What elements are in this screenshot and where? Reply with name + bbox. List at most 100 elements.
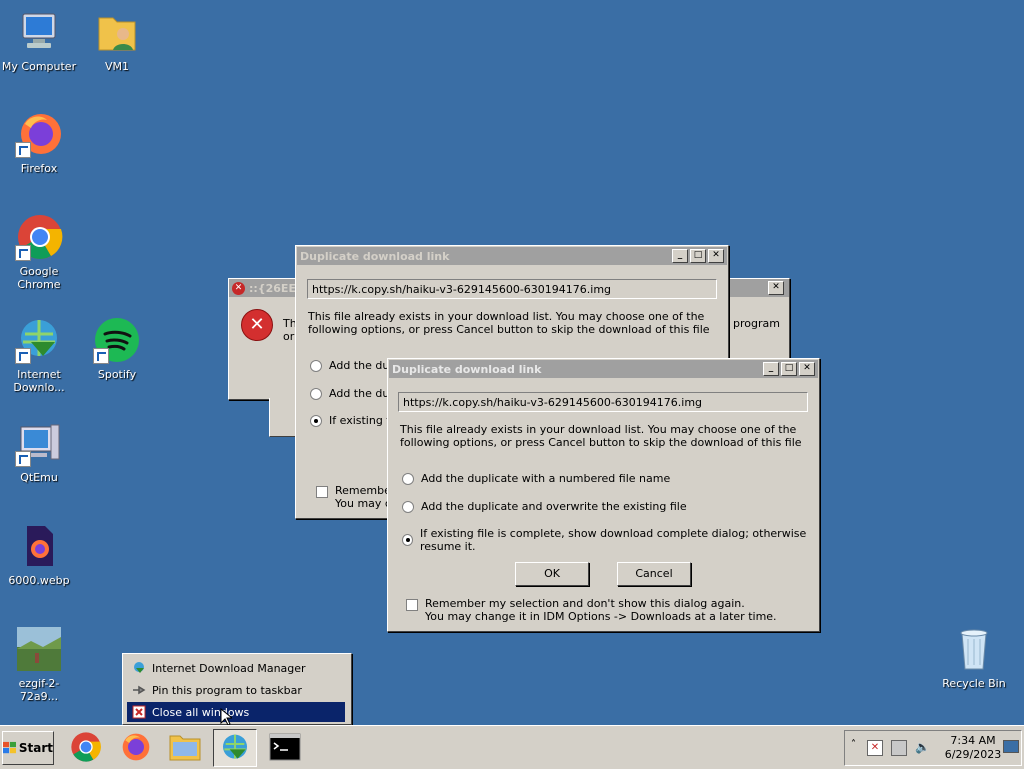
pin-icon xyxy=(133,685,146,695)
taskbar-app-cmd[interactable] xyxy=(264,729,306,765)
shortcut-arrow-icon xyxy=(15,245,31,261)
minimize-button[interactable]: _ xyxy=(672,249,688,263)
close-button[interactable]: ✕ xyxy=(799,362,815,376)
close-button[interactable]: ✕ xyxy=(768,281,784,295)
desktop-icon-label: Recycle Bin xyxy=(942,677,1006,690)
idm-icon xyxy=(15,316,63,364)
menu-item-close-all-windows[interactable]: Close all windows xyxy=(127,702,345,722)
mouse-cursor-icon xyxy=(220,708,232,726)
menu-item-internet-download-manager[interactable]: Internet Download Manager xyxy=(127,658,345,678)
dialog-message: This file already exists in your downloa… xyxy=(308,310,710,336)
desktop-icon-label: Spotify xyxy=(97,368,137,381)
firefox-icon xyxy=(15,110,63,158)
radio-option-numbered[interactable]: Add the duplicate with a numbered file n… xyxy=(402,472,670,485)
radio-label: Add the duplicate with a numbered file n… xyxy=(421,472,671,485)
taskbar-app-firefox[interactable] xyxy=(115,729,157,765)
menu-item-label: Close all windows xyxy=(152,705,250,719)
checkbox[interactable] xyxy=(316,486,328,498)
duplicate-dialog-front[interactable]: Duplicate download link _ □ ✕ https://k.… xyxy=(387,358,820,632)
chevron-up-icon[interactable]: ˄ xyxy=(851,739,856,750)
desktop-icon-firefox[interactable]: Firefox xyxy=(0,110,78,175)
desktop-icon-label: 6000.webp xyxy=(8,574,70,587)
radio-button[interactable] xyxy=(310,414,322,427)
radio-button[interactable] xyxy=(310,387,322,400)
ok-button[interactable]: OK xyxy=(515,562,589,586)
remember-checkbox[interactable]: Remember my selection and don't show thi… xyxy=(406,597,777,623)
remember-line1: Remember my selection and don't show thi… xyxy=(425,597,745,610)
url-field[interactable]: https://k.copy.sh/haiku-v3-629145600-630… xyxy=(398,392,808,412)
desktop-icon-6000-webp[interactable]: 6000.webp xyxy=(0,522,78,587)
radio-button[interactable] xyxy=(402,472,414,485)
taskbar-app-chrome[interactable] xyxy=(65,729,107,765)
start-label: Start xyxy=(18,741,53,755)
menu-item-label: Pin this program to taskbar xyxy=(152,683,302,697)
system-tray: ˄ ✕ 🔈 7:34 AM 6/29/2023 xyxy=(844,730,1022,766)
url-field[interactable]: https://k.copy.sh/haiku-v3-629145600-630… xyxy=(307,279,717,299)
qtemu-icon xyxy=(15,419,63,467)
cmd-icon xyxy=(269,733,301,761)
menu-item-pin-to-taskbar[interactable]: Pin this program to taskbar xyxy=(127,680,345,700)
windows-logo-icon xyxy=(3,741,16,754)
cancel-button[interactable]: Cancel xyxy=(617,562,691,586)
clock-date[interactable]: 6/29/2023 xyxy=(943,748,1003,761)
taskbar-app-idm[interactable] xyxy=(213,729,257,767)
radio-button[interactable] xyxy=(310,359,322,372)
radio-label: If existing file is complete, show downl… xyxy=(419,527,807,553)
recycle-bin-icon xyxy=(950,625,998,673)
clock-time[interactable]: 7:34 AM xyxy=(947,734,999,747)
shortcut-arrow-icon xyxy=(15,451,31,467)
desktop-icon-vm1[interactable]: VM1 xyxy=(78,8,156,73)
error-icon: ✕ xyxy=(241,309,273,341)
radio-option-numbered[interactable]: Add the dup xyxy=(310,359,396,372)
explorer-icon xyxy=(169,735,201,761)
close-button[interactable]: ✕ xyxy=(708,249,724,263)
radio-option-resume[interactable]: If existing fil xyxy=(310,414,396,427)
minimize-button[interactable]: _ xyxy=(763,362,779,376)
desktop-icon-spotify[interactable]: Spotify xyxy=(78,316,156,381)
volume-muted-icon[interactable]: 🔈 xyxy=(915,740,930,754)
radio-option-overwrite[interactable]: Add the duplicate and overwrite the exis… xyxy=(402,500,687,513)
radio-label: Add the duplicate and overwrite the exis… xyxy=(421,500,687,513)
desktop-icon-label: ezgif-2-72a9... xyxy=(18,677,60,703)
shortcut-arrow-icon xyxy=(93,348,109,364)
remember-checkbox[interactable]: Remember You may ch xyxy=(316,484,398,510)
network-icon[interactable] xyxy=(891,740,907,756)
desktop-icon-internet-download-manager[interactable]: Internet Downlo... xyxy=(0,316,78,394)
chrome-icon xyxy=(15,213,63,261)
desktop-icon-label: Internet Downlo... xyxy=(13,368,65,394)
close-icon xyxy=(132,705,146,719)
dialog-message: This file already exists in your downloa… xyxy=(400,423,802,449)
webp-file-icon xyxy=(15,522,63,570)
dialog-titlebar[interactable]: Duplicate download link _ □ ✕ xyxy=(389,360,818,378)
radio-button[interactable] xyxy=(402,534,413,546)
radio-option-resume[interactable]: If existing file is complete, show downl… xyxy=(402,527,819,553)
shortcut-arrow-icon xyxy=(15,348,31,364)
maximize-button[interactable]: □ xyxy=(781,362,797,376)
dialog-titlebar[interactable]: Duplicate download link _ □ ✕ xyxy=(297,247,727,265)
dialog-title: Duplicate download link xyxy=(300,249,450,263)
checkbox[interactable] xyxy=(406,599,418,611)
desktop-icon-label: VM1 xyxy=(104,60,129,73)
idm-icon xyxy=(134,662,144,673)
desktop-icon-my-computer[interactable]: My Computer xyxy=(0,8,78,73)
error-text-right: program xyxy=(733,317,780,330)
radio-option-overwrite[interactable]: Add the dup xyxy=(310,387,396,400)
security-alert-icon[interactable]: ✕ xyxy=(867,740,883,756)
menu-item-label: Internet Download Manager xyxy=(152,661,306,675)
maximize-button[interactable]: □ xyxy=(690,249,706,263)
error-small-icon: ✕ xyxy=(232,281,245,295)
start-button[interactable]: Start xyxy=(2,731,54,765)
desktop-icon-label: Firefox xyxy=(20,162,58,175)
taskbar-app-explorer[interactable] xyxy=(164,729,206,765)
taskbar-context-menu[interactable]: Internet Download Manager Pin this progr… xyxy=(122,653,352,725)
desktop-icon[interactable] xyxy=(1003,740,1019,753)
desktop-icon-qtemu[interactable]: QtEmu xyxy=(0,419,78,484)
taskbar: Start ˄ ✕ 🔈 7:34 AM 6/29/2023 xyxy=(0,725,1024,769)
desktop-icon-recycle-bin[interactable]: Recycle Bin xyxy=(935,625,1013,690)
remember-line2: You may change it in IDM Options -> Down… xyxy=(425,610,777,623)
dialog-title: Duplicate download link xyxy=(392,362,542,376)
desktop-icon-ezgif[interactable]: ezgif-2-72a9... xyxy=(0,625,78,703)
firefox-icon xyxy=(122,733,150,761)
desktop-icon-google-chrome[interactable]: Google Chrome xyxy=(0,213,78,291)
radio-button[interactable] xyxy=(402,500,414,513)
